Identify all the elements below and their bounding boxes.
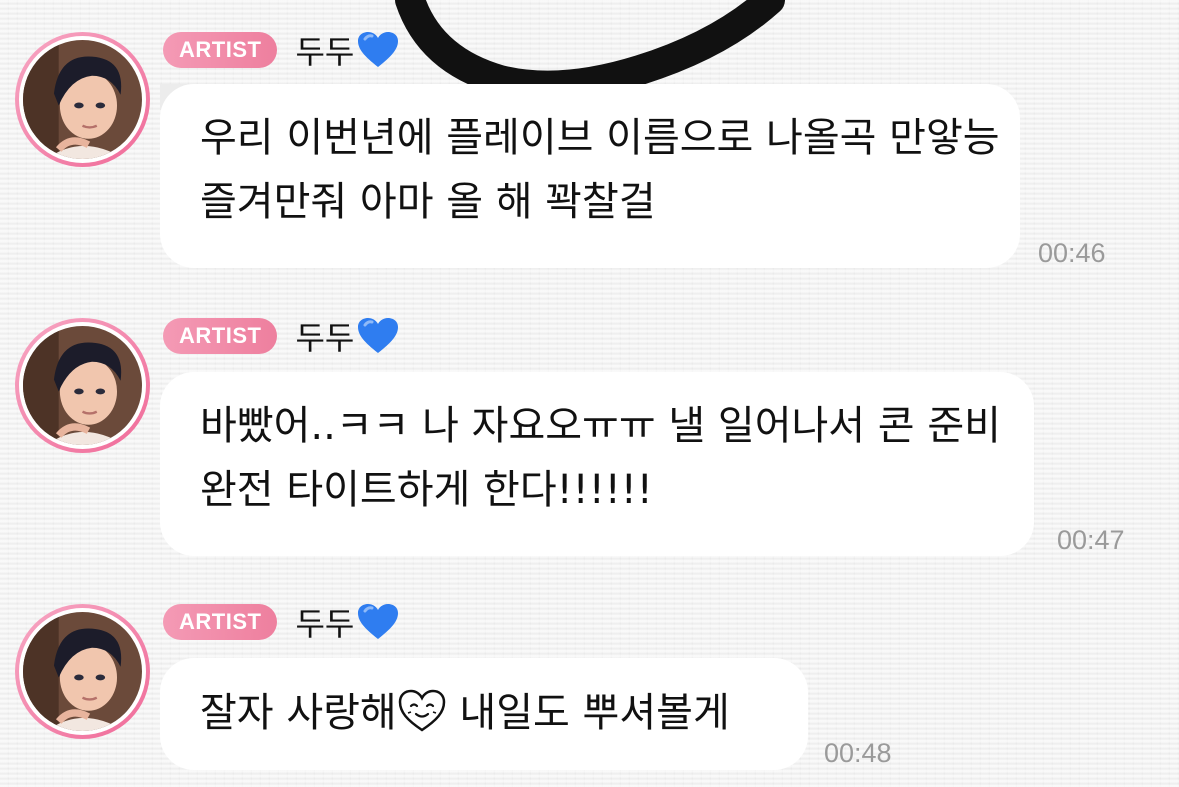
avatar[interactable] xyxy=(15,32,150,167)
message-text-line: 완전 타이트하게 한다!!!!!! xyxy=(200,467,653,513)
message-text-line: 우리 이번년에 플레이브 이름으로 나올곡 만앟능 xyxy=(200,115,1000,161)
timestamp: 00:47 xyxy=(1057,525,1125,555)
sender-name[interactable]: 두두 xyxy=(295,313,354,359)
avatar[interactable] xyxy=(15,604,150,739)
artist-badge: ARTIST xyxy=(163,32,278,68)
message-bubble[interactable]: 바빴어..ㅋㅋ 나 자요오ㅠㅠ 낼 일어나서 콘 준비 완전 타이트하게 한다!… xyxy=(160,372,1034,556)
avatar[interactable] xyxy=(15,318,150,453)
blue-heart-icon xyxy=(358,32,399,67)
blue-heart-icon xyxy=(358,318,399,353)
message-text: 잘자 사랑해 xyxy=(200,690,397,736)
sender-name[interactable]: 두두 xyxy=(295,599,354,645)
artist-badge: ARTIST xyxy=(163,604,278,640)
sender-name[interactable]: 두두 xyxy=(295,27,354,73)
avatar-illustrated-man-icon xyxy=(23,326,142,445)
timestamp: 00:46 xyxy=(1038,238,1106,268)
message-text-line: 바빴어..ㅋㅋ 나 자요오ㅠㅠ 낼 일어나서 콘 준비 xyxy=(200,403,1001,449)
heart-smile-icon xyxy=(398,689,445,732)
blue-heart-icon xyxy=(358,604,399,639)
artist-badge: ARTIST xyxy=(163,318,278,354)
avatar-illustrated-man-icon xyxy=(23,612,142,731)
message-bubble[interactable]: 잘자 사랑해 내일도 뿌셔볼게 xyxy=(160,658,808,770)
message-bubble[interactable]: 우리 이번년에 플레이브 이름으로 나올곡 만앟능 즐겨만줘 아마 올 해 꽉찰… xyxy=(160,84,1020,268)
avatar-illustrated-man-icon xyxy=(23,40,142,159)
timestamp: 00:48 xyxy=(824,738,892,768)
message-text-line: 즐겨만줘 아마 올 해 꽉찰걸 xyxy=(200,179,656,225)
message-text: 내일도 뿌셔볼게 xyxy=(446,690,730,736)
